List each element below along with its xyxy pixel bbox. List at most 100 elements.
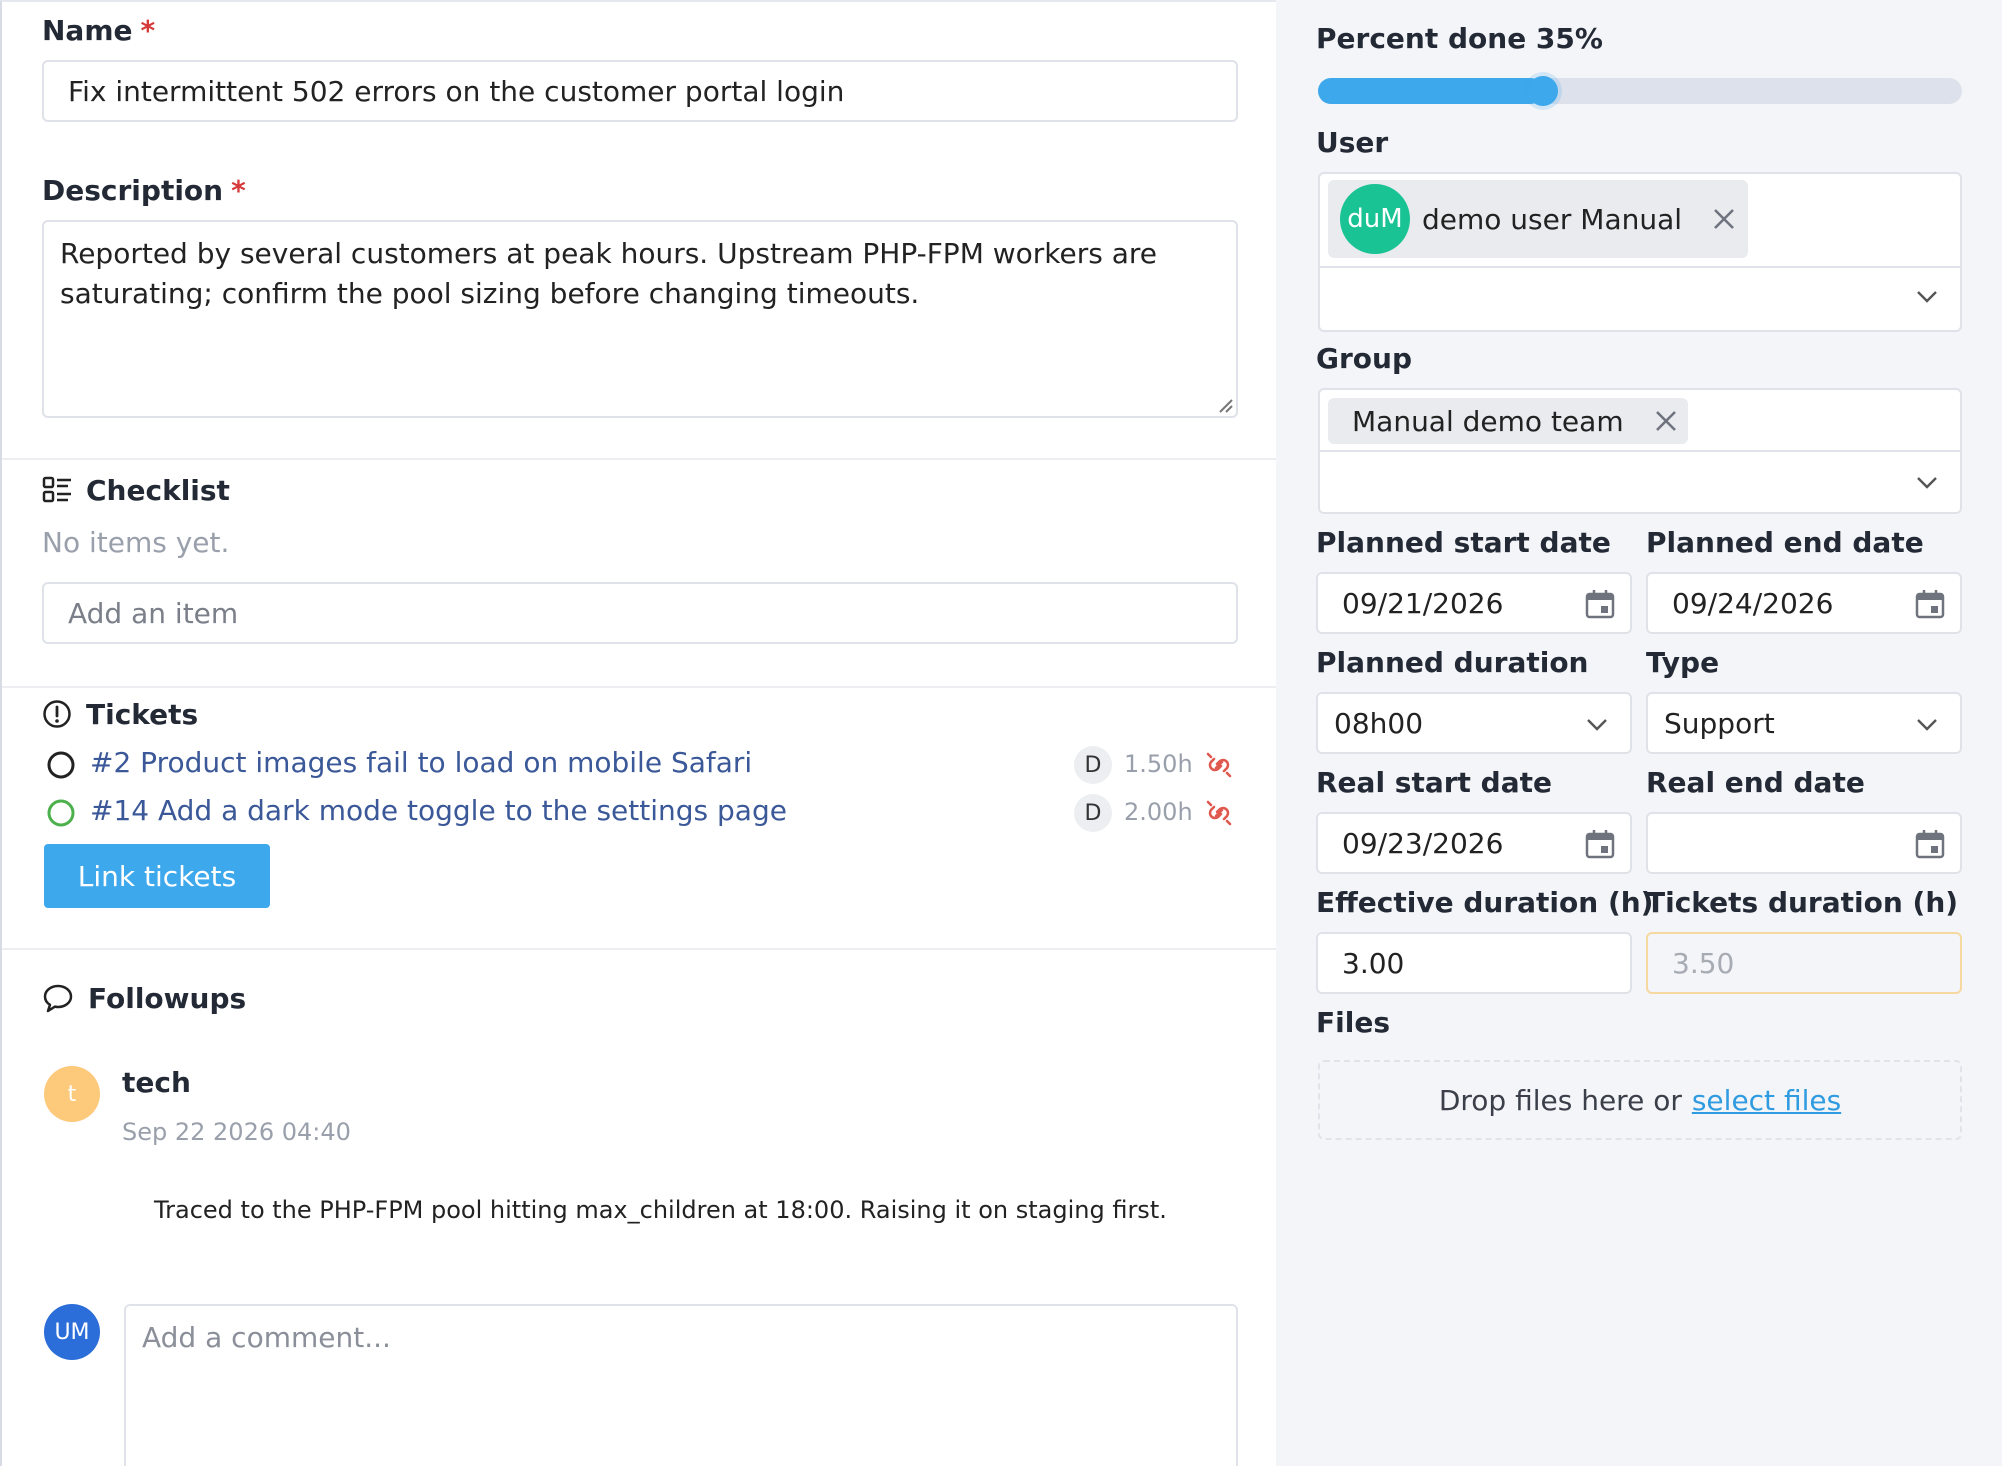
group-chip: Manual demo team <box>1328 398 1688 444</box>
files-label: Files <box>1316 1006 1390 1039</box>
planned-start-value: 09/21/2026 <box>1342 586 1504 620</box>
file-dropzone[interactable]: Drop files here or select files <box>1318 1060 1962 1140</box>
remove-user-icon[interactable] <box>1712 207 1736 231</box>
percent-done-slider[interactable] <box>1318 76 1962 106</box>
planned-start-input[interactable]: 09/21/2026 <box>1316 572 1632 634</box>
checklist-header: Checklist <box>42 470 230 510</box>
description-textarea[interactable]: Reported by several customers at peak ho… <box>42 220 1238 418</box>
comment-icon <box>43 984 73 1013</box>
section-divider <box>2 686 1278 688</box>
ticket-link[interactable]: #2 Product images fail to load on mobile… <box>90 746 752 779</box>
ticket-row: #2 Product images fail to load on mobile… <box>42 744 1242 786</box>
followup-date: Sep 22 2026 04:40 <box>122 1118 351 1146</box>
real-start-label: Real start date <box>1316 766 1552 799</box>
file-drop-text: Drop files here or <box>1438 1083 1682 1117</box>
user-chip-name: demo user Manual <box>1422 202 1683 236</box>
calendar-icon[interactable] <box>1584 588 1616 620</box>
required-mark: * <box>231 174 246 207</box>
ticket-link[interactable]: #14 Add a dark mode toggle to the settin… <box>90 794 787 827</box>
name-input[interactable]: Fix intermittent 502 errors on the custo… <box>42 60 1238 122</box>
planned-start-label: Planned start date <box>1316 526 1611 559</box>
calendar-icon[interactable] <box>1584 828 1616 860</box>
chevron-down-icon[interactable] <box>1916 718 1938 732</box>
percent-done-handle[interactable] <box>1528 76 1559 106</box>
remove-group-icon[interactable] <box>1654 409 1678 433</box>
section-divider <box>2 458 1278 460</box>
unlink-icon[interactable] <box>1202 796 1236 830</box>
user-avatar: duM <box>1340 184 1410 254</box>
unlink-icon[interactable] <box>1202 748 1236 782</box>
description-label: Description * <box>42 174 246 207</box>
percent-done-fill <box>1318 78 1544 104</box>
real-end-label: Real end date <box>1646 766 1865 799</box>
ticket-row: #14 Add a dark mode toggle to the settin… <box>42 792 1242 834</box>
tickets-duration-value: 3.50 <box>1672 946 1735 980</box>
description-text: Reported by several customers at peak ho… <box>60 237 1158 310</box>
checklist-icon <box>42 476 71 503</box>
tickets-header: Tickets <box>42 694 198 734</box>
required-mark: * <box>140 14 156 47</box>
alert-circle-icon <box>43 700 71 728</box>
planned-end-value: 09/24/2026 <box>1672 586 1834 620</box>
user-search-input[interactable] <box>1320 266 1960 330</box>
group-chip-name: Manual demo team <box>1352 404 1624 438</box>
planned-duration-select[interactable]: 08h00 <box>1316 692 1632 754</box>
select-files-link[interactable]: select files <box>1692 1084 1841 1117</box>
calendar-icon[interactable] <box>1914 828 1946 860</box>
current-user-avatar: UM <box>44 1304 100 1360</box>
user-chip: duM demo user Manual <box>1328 180 1748 258</box>
tickets-duration-label: Tickets duration (h) <box>1646 886 1959 919</box>
ticket-duration: 2.00h <box>1124 798 1193 826</box>
checklist-add-input[interactable]: Add an item <box>42 582 1238 644</box>
group-select[interactable]: Manual demo team <box>1318 388 1962 514</box>
type-label: Type <box>1646 646 1720 679</box>
task-sidebar: Percent done 35% User duM demo user Manu… <box>1276 0 2002 1466</box>
ticket-status-icon <box>47 751 75 779</box>
comment-input[interactable]: Add a comment... <box>124 1304 1238 1466</box>
real-start-input[interactable]: 09/23/2026 <box>1316 812 1632 874</box>
planned-duration-value: 08h00 <box>1334 706 1424 740</box>
chevron-down-icon[interactable] <box>1916 290 1938 304</box>
ticket-status-icon <box>47 799 75 827</box>
chevron-down-icon[interactable] <box>1586 718 1608 732</box>
followups-header: Followups <box>42 978 246 1018</box>
calendar-icon[interactable] <box>1914 588 1946 620</box>
group-label: Group <box>1316 342 1413 375</box>
followup-item: t tech Sep 22 2026 04:40 Traced to the P… <box>42 1062 1242 1242</box>
name-label-text: Name <box>42 14 133 47</box>
type-value: Support <box>1664 706 1775 740</box>
followup-author: tech <box>122 1066 191 1099</box>
ticket-duration: 1.50h <box>1124 750 1193 778</box>
tickets-title: Tickets <box>86 697 199 731</box>
effective-duration-label: Effective duration (h) <box>1316 886 1654 919</box>
checklist-empty-text: No items yet. <box>42 526 230 559</box>
planned-duration-label: Planned duration <box>1316 646 1589 679</box>
real-end-input[interactable] <box>1646 812 1962 874</box>
avatar: t <box>44 1066 100 1122</box>
type-select[interactable]: Support <box>1646 692 1962 754</box>
followups-title: Followups <box>88 981 247 1015</box>
comment-placeholder: Add a comment... <box>142 1321 391 1354</box>
user-select[interactable]: duM demo user Manual <box>1318 172 1962 332</box>
tickets-duration-input: 3.50 <box>1646 932 1962 994</box>
followup-content: Traced to the PHP-FPM pool hitting max_c… <box>154 1196 1167 1224</box>
planned-end-input[interactable]: 09/24/2026 <box>1646 572 1962 634</box>
link-tickets-button[interactable]: Link tickets <box>44 844 270 908</box>
name-input-value: Fix intermittent 502 errors on the custo… <box>68 74 845 108</box>
group-search-input[interactable] <box>1320 450 1960 512</box>
user-label: User <box>1316 126 1389 159</box>
chevron-down-icon[interactable] <box>1916 476 1938 490</box>
checklist-add-placeholder: Add an item <box>68 596 239 630</box>
description-label-text: Description <box>42 174 224 207</box>
name-label: Name * <box>42 14 155 47</box>
ticket-assignee-badge: D <box>1074 794 1112 832</box>
real-start-value: 09/23/2026 <box>1342 826 1504 860</box>
checklist-title: Checklist <box>86 473 230 507</box>
percent-done-label: Percent done 35% <box>1316 22 1603 55</box>
effective-duration-input[interactable]: 3.00 <box>1316 932 1632 994</box>
resize-handle-icon[interactable] <box>1216 396 1234 414</box>
section-divider <box>2 948 1278 950</box>
planned-end-label: Planned end date <box>1646 526 1924 559</box>
effective-duration-value: 3.00 <box>1342 946 1405 980</box>
task-main-panel: Name * Fix intermittent 502 errors on the… <box>0 0 1278 1466</box>
